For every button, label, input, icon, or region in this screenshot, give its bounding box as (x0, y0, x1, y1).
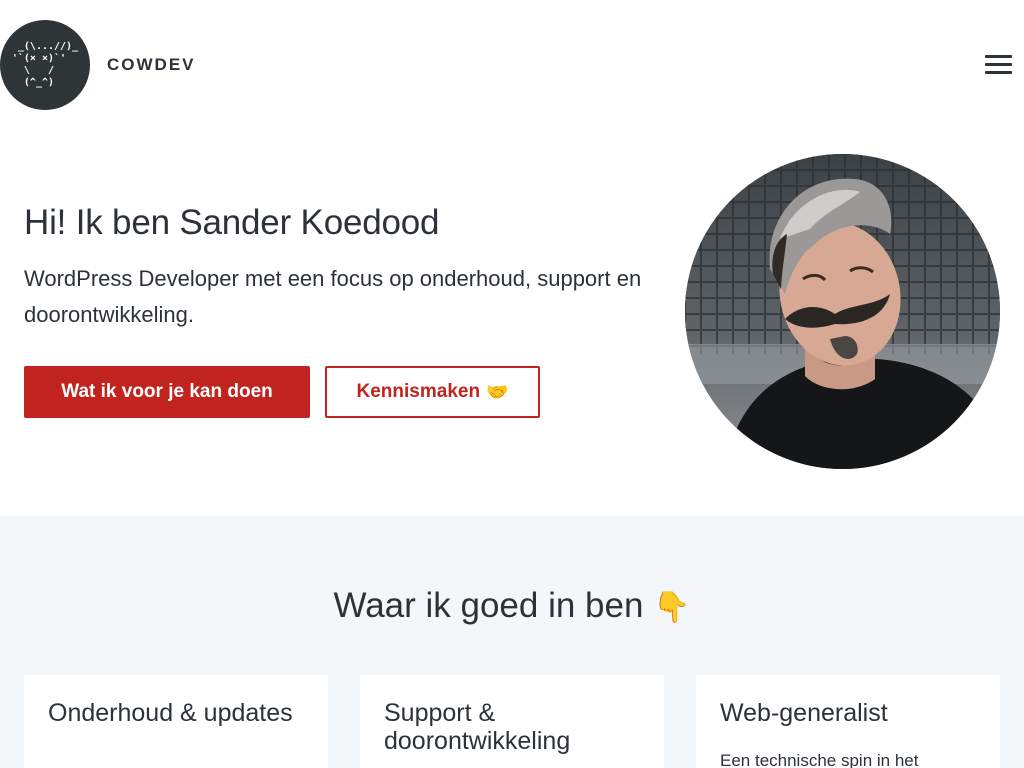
skill-card-text: Een technische spin in het (720, 751, 919, 768)
skills-section: Waar ik goed in ben 👇 Onderhoud & update… (0, 516, 1024, 768)
pointing-down-icon: 👇 (653, 590, 691, 625)
hero-subtitle: WordPress Developer met een focus op ond… (24, 266, 642, 327)
cow-ascii-logo: _(\...//)_ '`(× ×)`' \ / (^_^) (0, 20, 90, 110)
handshake-icon: 🤝 (486, 381, 509, 403)
services-button[interactable]: Wat ik voor je kan doen (24, 366, 310, 418)
portrait-illustration (685, 154, 1000, 469)
brand-name[interactable]: COWDEV (107, 55, 196, 75)
cowdev-logo[interactable]: _(\...//)_ '`(× ×)`' \ / (^_^) (0, 20, 90, 110)
skill-card-support: Support & doorontwikkeling (360, 675, 664, 768)
menu-bar-top (985, 55, 1012, 58)
skill-card-title: Web-generalist (720, 699, 888, 727)
contact-button-label: Kennismaken (356, 381, 481, 402)
skills-title-text: Waar ik goed in ben (333, 586, 644, 625)
profile-photo (685, 154, 1000, 469)
site-header: _(\...//)_ '`(× ×)`' \ / (^_^) COWDEV (0, 0, 1024, 130)
menu-bar-middle (985, 63, 1012, 66)
skills-title: Waar ik goed in ben 👇 (0, 586, 1024, 626)
logo-ascii-text: _(\...//)_ '`(× ×)`' \ / (^_^) (11, 41, 79, 88)
menu-bar-bottom (985, 71, 1012, 74)
hero-title: Hi! Ik ben Sander Koedood (24, 203, 440, 242)
hamburger-menu-icon[interactable] (983, 53, 1013, 77)
skill-card-maintenance: Onderhoud & updates (24, 675, 328, 768)
skill-card-title: Support & doorontwikkeling (384, 699, 571, 755)
skill-card-title: Onderhoud & updates (48, 699, 293, 727)
contact-button[interactable]: Kennismaken 🤝 (325, 366, 540, 418)
skill-card-web-generalist: Web-generalist Een technische spin in he… (696, 675, 1000, 768)
services-button-label: Wat ik voor je kan doen (61, 381, 273, 402)
